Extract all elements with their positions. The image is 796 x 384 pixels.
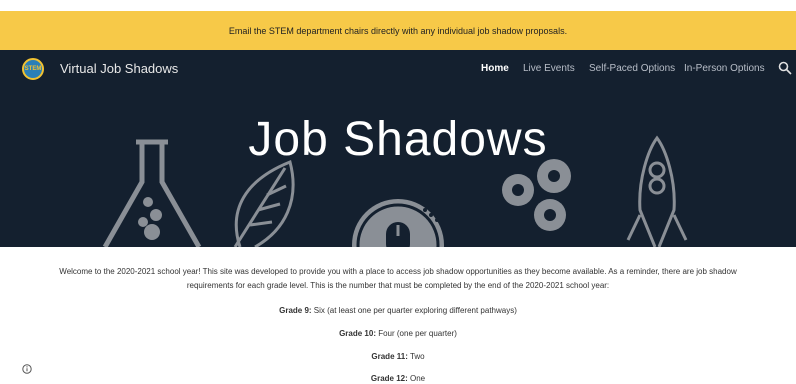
- grade-label: Grade 10:: [339, 329, 376, 338]
- grade-requirement: Grade 9: Six (at least one per quarter e…: [0, 306, 796, 315]
- intro-paragraph: Welcome to the 2020-2021 school year! Th…: [59, 267, 737, 290]
- hero-title: Job Shadows: [248, 113, 548, 166]
- grade-requirement: Grade 12: One: [0, 374, 796, 383]
- gears-icon: [502, 159, 571, 231]
- banner-text: Email the STEM department chairs directl…: [228, 25, 568, 36]
- grade-requirement: Grade 11: Two: [0, 352, 796, 361]
- site-header: STEM Virtual Job Shadows Home Live Event…: [0, 50, 796, 247]
- grade-requirement: Grade 10: Four (one per quarter): [0, 329, 796, 338]
- info-icon[interactable]: [22, 364, 32, 374]
- grade-label: Grade 11:: [371, 352, 408, 361]
- grade-label: Grade 12:: [370, 374, 408, 383]
- grade-value: Six (at least one per quarter exploring …: [311, 306, 517, 315]
- grade-value: One: [407, 374, 426, 383]
- grade-label: Grade 9:: [279, 306, 312, 315]
- grade-value: Two: [407, 352, 425, 361]
- announcement-banner: Email the STEM department chairs directl…: [0, 11, 796, 50]
- computer-mouse-icon: [352, 199, 444, 247]
- grade-value: Four (one per quarter): [375, 329, 457, 338]
- leaf-icon: [233, 159, 295, 247]
